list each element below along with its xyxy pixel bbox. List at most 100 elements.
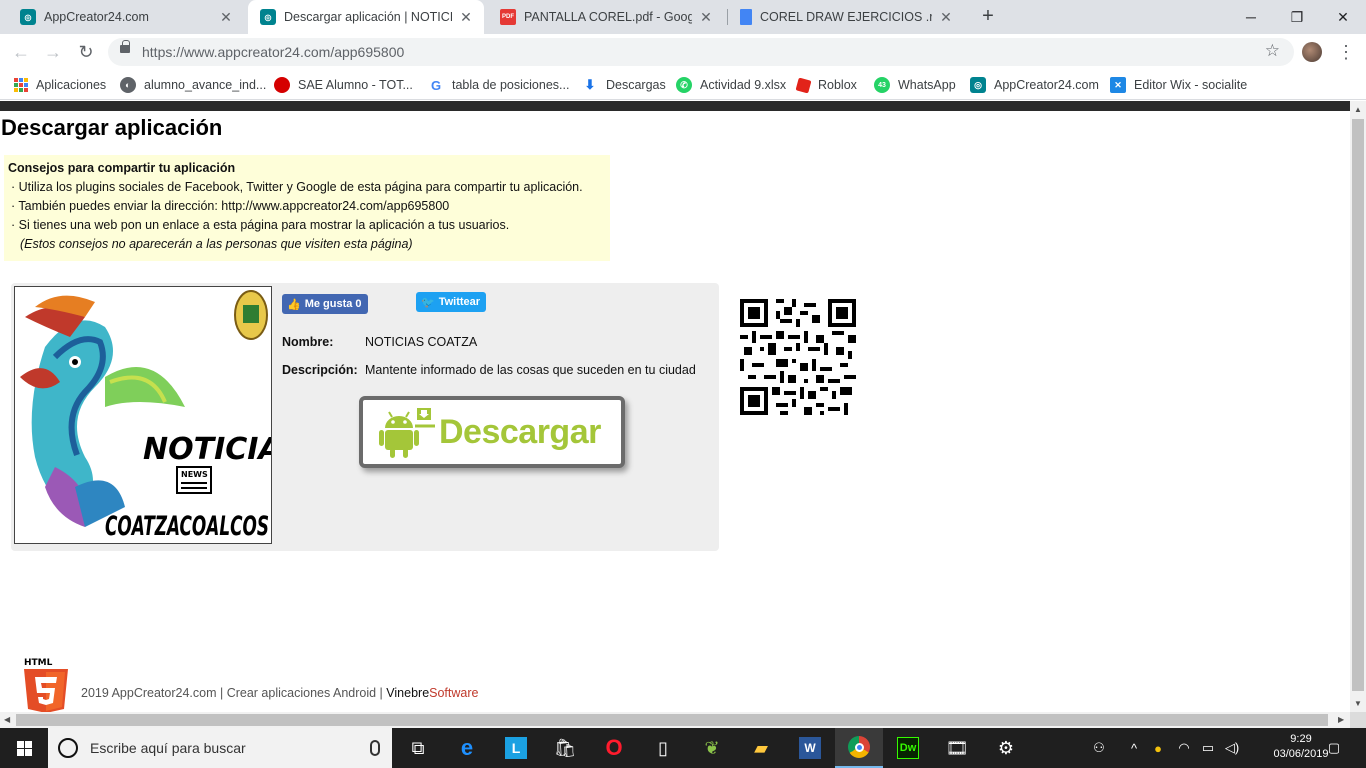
tips-box: Consejos para compartir tu aplicación · …: [4, 155, 610, 261]
tweet-button[interactable]: 🐦 Twittear: [416, 292, 486, 312]
dreamweaver-icon[interactable]: Dw: [884, 728, 932, 768]
bookmarks-bar: Aplicaciones ◐ alumno_avance_ind... SAE …: [0, 70, 1366, 100]
apps-grid-icon: [14, 78, 28, 92]
notifications-icon[interactable]: ▢: [1322, 728, 1346, 768]
image-text-news: NEWS: [181, 470, 208, 479]
footer-brand-software[interactable]: Software: [429, 686, 478, 700]
corel-icon[interactable]: ❦: [688, 728, 736, 768]
google-docs-icon: [740, 9, 752, 25]
minimize-icon[interactable]: ─: [1228, 0, 1274, 34]
footer-brand-vinebre[interactable]: Vinebre: [386, 686, 429, 700]
microphone-icon[interactable]: [370, 740, 380, 756]
browser-toolbar: ← → ↻ https://www.appcreator24.com/app69…: [0, 34, 1366, 70]
menu-icon[interactable]: ⋮: [1336, 41, 1356, 63]
start-button[interactable]: [0, 728, 48, 768]
bookmark-tabla[interactable]: G tabla de posiciones...: [428, 76, 569, 94]
page-title: Descargar aplicación: [1, 115, 223, 140]
task-view-icon[interactable]: ⧉: [394, 728, 442, 768]
lock-icon: [120, 40, 130, 53]
bookmark-label: Descargas: [606, 78, 666, 92]
profile-avatar[interactable]: [1302, 42, 1322, 62]
tab-corel[interactable]: COREL DRAW EJERCICIOS .rar - G ✕: [728, 0, 964, 34]
bookmark-label: Aplicaciones: [36, 78, 107, 92]
search-placeholder: Escribe aquí para buscar: [90, 740, 246, 756]
windows-logo-icon: [16, 740, 32, 756]
chrome-icon[interactable]: [835, 728, 883, 768]
page-content: Descargar aplicación Consejos para compa…: [0, 101, 1350, 712]
tips-note: (Estos consejos no aparecerán a las pers…: [20, 237, 413, 251]
battery-icon[interactable]: ▭: [1198, 728, 1218, 768]
file-icon[interactable]: ▯: [639, 728, 687, 768]
bookmark-sae[interactable]: SAE Alumno - TOT...: [274, 76, 413, 94]
scroll-thumb[interactable]: [1352, 119, 1364, 691]
bookmark-appcreator[interactable]: ◎ AppCreator24.com: [970, 76, 1099, 94]
bookmark-apps[interactable]: Aplicaciones: [14, 76, 106, 94]
horizontal-scrollbar[interactable]: ◀ ▶: [0, 712, 1350, 728]
tab-pdf[interactable]: PDF PANTALLA COREL.pdf - Google D ✕: [488, 0, 724, 34]
footer-text: 2019 AppCreator24.com | Crear aplicacion…: [81, 686, 478, 700]
scroll-up-icon[interactable]: ▲: [1354, 105, 1362, 114]
qr-code: [740, 299, 856, 415]
bookmark-roblox[interactable]: Roblox: [795, 76, 857, 94]
close-icon[interactable]: ✕: [458, 9, 474, 25]
store-icon[interactable]: 🛍: [541, 728, 589, 768]
thumbs-up-icon: 👍: [287, 298, 301, 311]
back-icon[interactable]: ←: [8, 39, 34, 65]
close-icon[interactable]: ✕: [938, 9, 954, 25]
bookmark-descargas[interactable]: ⬇ Descargas: [582, 76, 666, 94]
scroll-down-icon[interactable]: ▼: [1354, 699, 1362, 708]
tab-appcreator[interactable]: ◎ AppCreator24.com ✕: [8, 0, 244, 34]
windows-taskbar: Escribe aquí para buscar ⧉ e L 🛍 O ▯ ❦ ▰…: [0, 728, 1366, 768]
download-button[interactable]: Descargar: [359, 396, 625, 468]
close-window-icon[interactable]: ✕: [1320, 0, 1366, 34]
tab-strip: ◎ AppCreator24.com ✕ ◎ Descargar aplicac…: [0, 0, 1366, 34]
tab-title: PANTALLA COREL.pdf - Google D: [524, 10, 692, 24]
bookmark-star-icon[interactable]: ☆: [1265, 41, 1280, 61]
tab-descargar[interactable]: ◎ Descargar aplicación | NOTICIAS ✕: [248, 0, 484, 34]
word-icon[interactable]: W: [786, 728, 834, 768]
bookmark-label: alumno_avance_ind...: [144, 78, 267, 92]
bookmark-whatsapp[interactable]: 43 WhatsApp: [874, 76, 956, 94]
app-card: NOTICIAS NEWS COATZACOALCOS 👍 Me gusta 0…: [11, 283, 719, 551]
scroll-corner: [1350, 712, 1366, 728]
new-tab-button[interactable]: +: [976, 5, 1000, 29]
footer-copyright: 2019 AppCreator24.com | Crear aplicacion…: [81, 686, 387, 700]
whatsapp-icon: ✆: [676, 77, 692, 93]
settings-gear-icon[interactable]: ⚙: [982, 728, 1030, 768]
bookmark-label: tabla de posiciones...: [452, 78, 570, 92]
taskbar-search[interactable]: Escribe aquí para buscar: [48, 728, 392, 768]
bookmark-alumno[interactable]: ◐ alumno_avance_ind...: [120, 76, 266, 94]
wifi-icon[interactable]: ◠: [1174, 728, 1194, 768]
tip-item: · También puedes enviar la dirección: ht…: [11, 199, 450, 213]
appcreator-icon: ◎: [260, 9, 276, 25]
close-icon[interactable]: ✕: [698, 9, 714, 25]
volume-icon[interactable]: ◁): [1222, 728, 1242, 768]
scroll-left-icon[interactable]: ◀: [4, 715, 10, 724]
bookmark-wix[interactable]: ✕ Editor Wix - socialite: [1110, 76, 1247, 94]
edge-icon[interactable]: e: [443, 728, 491, 768]
tab-title: Descargar aplicación | NOTICIAS: [284, 10, 452, 24]
address-bar[interactable]: https://www.appcreator24.com/app695800 ☆: [108, 38, 1294, 66]
close-icon[interactable]: ✕: [218, 9, 234, 25]
scroll-thumb[interactable]: [16, 714, 1328, 726]
restore-icon[interactable]: ❐: [1274, 0, 1320, 34]
reload-icon[interactable]: ↻: [73, 39, 99, 65]
roblox-icon: [795, 77, 812, 93]
people-icon[interactable]: ⚇: [1088, 728, 1110, 768]
google-icon: G: [428, 77, 444, 93]
app-icon-image: NOTICIAS NEWS COATZACOALCOS: [14, 286, 272, 544]
vertical-scrollbar[interactable]: ▲ ▼: [1350, 101, 1366, 712]
tray-chevron-icon[interactable]: ^: [1124, 728, 1144, 768]
l-app-icon[interactable]: L: [492, 728, 540, 768]
file-explorer-icon[interactable]: ▰: [737, 728, 785, 768]
tray-app-icon[interactable]: ●: [1148, 728, 1168, 768]
top-bar: [0, 101, 1350, 111]
wix-icon: ✕: [1110, 77, 1126, 93]
opera-icon[interactable]: O: [590, 728, 638, 768]
forward-icon[interactable]: →: [40, 39, 66, 65]
sae-icon: [274, 77, 290, 93]
facebook-like-button[interactable]: 👍 Me gusta 0: [282, 294, 368, 314]
video-editor-icon[interactable]: 🎞: [933, 728, 981, 768]
bookmark-actividad[interactable]: ✆ Actividad 9.xlsx: [676, 76, 786, 94]
scroll-right-icon[interactable]: ▶: [1338, 715, 1344, 724]
